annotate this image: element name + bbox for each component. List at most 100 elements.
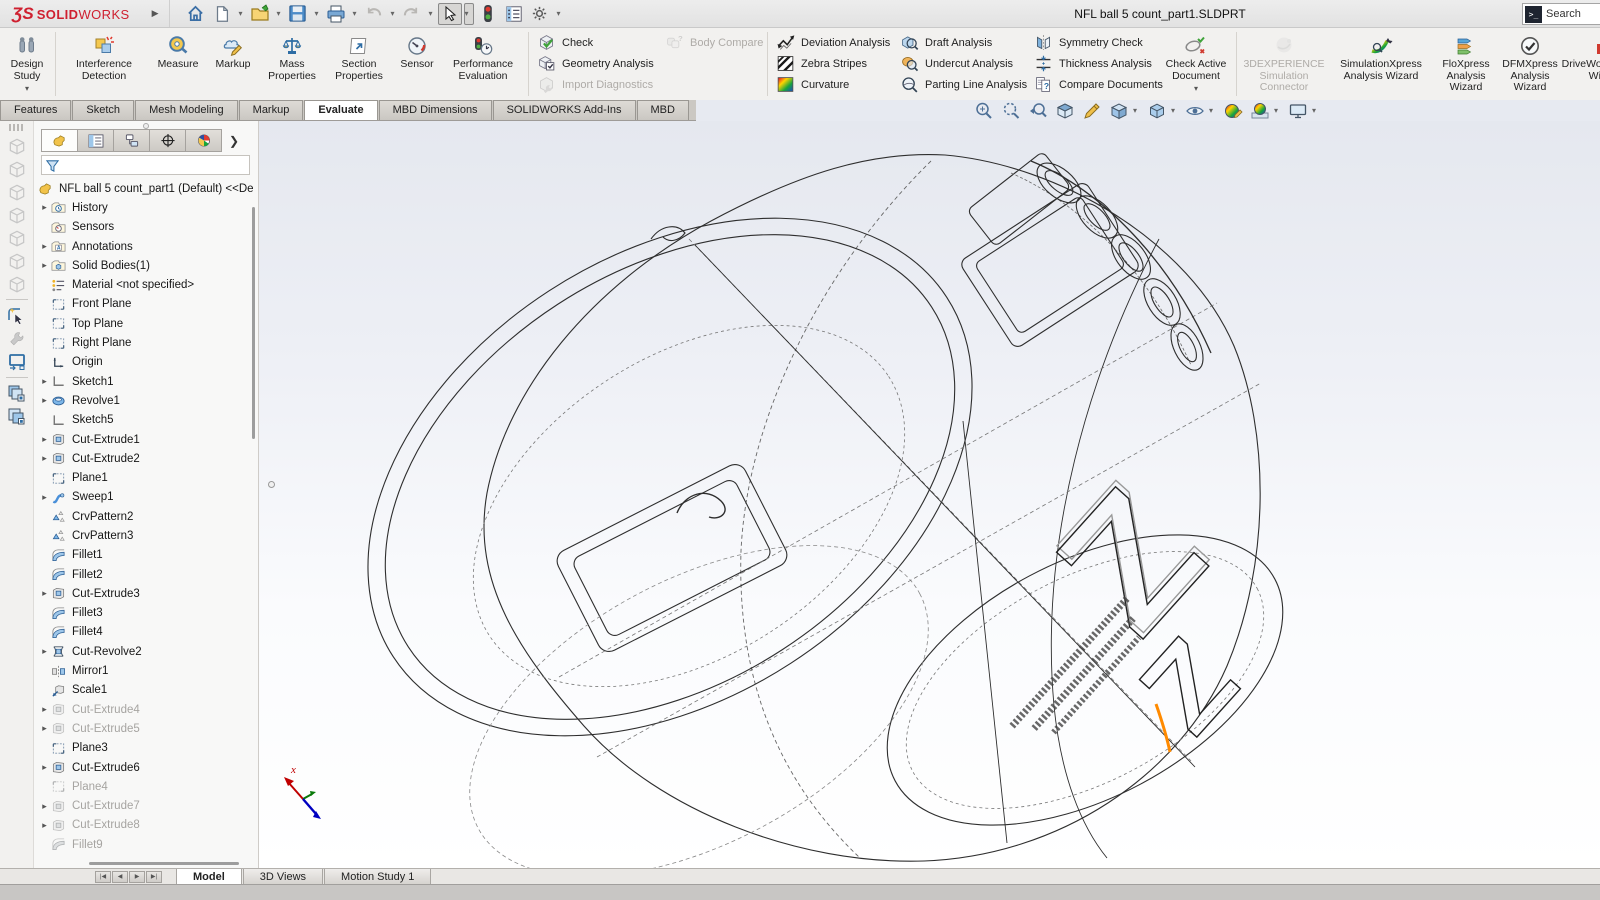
interference-detection-button[interactable]: Interference Detection bbox=[59, 28, 149, 100]
zoom-to-area-icon[interactable] bbox=[1001, 101, 1021, 121]
body-cube-icon[interactable] bbox=[7, 249, 27, 272]
tree-item-right-plane[interactable]: Right Plane bbox=[38, 333, 258, 352]
featuremanager-tree-tab[interactable] bbox=[41, 129, 78, 152]
tree-item-sketch5[interactable]: Sketch5 bbox=[38, 411, 258, 430]
floxpress-analysis-wizard-button[interactable]: FloXpress Analysis Wizard bbox=[1434, 28, 1498, 100]
expand-arrow-icon[interactable]: ▸ bbox=[38, 241, 51, 252]
chevron-down-icon[interactable]: ▾ bbox=[1168, 106, 1178, 115]
design-study-button[interactable]: Design Study ▾ bbox=[2, 28, 52, 100]
print-icon[interactable] bbox=[324, 3, 348, 25]
expand-arrow-icon[interactable]: ▸ bbox=[38, 704, 51, 715]
parting-line-analysis-button[interactable]: Parting Line Analysis bbox=[895, 75, 1029, 94]
display-manager-tab[interactable] bbox=[185, 129, 222, 152]
tree-item-scale1[interactable]: Scale1 bbox=[38, 681, 258, 700]
deviation-analysis-button[interactable]: Deviation Analysis bbox=[771, 33, 895, 52]
tree-item-crvpattern2[interactable]: CrvPattern2 bbox=[38, 507, 258, 526]
property-manager-tab[interactable] bbox=[77, 129, 114, 152]
tree-item-annotations[interactable]: ▸AAnnotations bbox=[38, 237, 258, 256]
tree-item-cut-extrude4[interactable]: ▸Cut-Extrude4 bbox=[38, 700, 258, 719]
select-tool-icon[interactable] bbox=[438, 3, 462, 25]
wrench-icon[interactable] bbox=[8, 327, 26, 350]
next-frame-icon[interactable]: ▶ bbox=[129, 871, 145, 883]
tab-markup[interactable]: Markup bbox=[239, 100, 304, 120]
view-settings-icon[interactable]: ▾ bbox=[1288, 101, 1319, 121]
body-cube-icon[interactable] bbox=[7, 180, 27, 203]
tree-item-sensors[interactable]: Sensors bbox=[38, 218, 258, 237]
tree-item-cut-extrude6[interactable]: ▸Cut-Extrude6 bbox=[38, 758, 258, 777]
tree-item-plane4[interactable]: Plane4 bbox=[38, 777, 258, 796]
expand-arrow-icon[interactable]: ▸ bbox=[38, 588, 51, 599]
symmetry-check-button[interactable]: Symmetry Check bbox=[1029, 33, 1159, 52]
expand-arrow-icon[interactable]: ▸ bbox=[38, 762, 51, 773]
redo-icon[interactable] bbox=[400, 3, 424, 25]
options-list-icon[interactable] bbox=[502, 3, 526, 25]
tree-item-cut-extrude8[interactable]: ▸Cut-Extrude8 bbox=[38, 816, 258, 835]
check-active-document-button[interactable]: Check Active Document ▾ bbox=[1159, 28, 1233, 100]
tab-evaluate[interactable]: Evaluate bbox=[304, 100, 377, 120]
expand-arrow-icon[interactable]: ▸ bbox=[38, 202, 51, 213]
thickness-analysis-button[interactable]: Thickness Analysis bbox=[1029, 54, 1159, 73]
import-diagnostics-button[interactable]: Import Diagnostics bbox=[532, 75, 660, 94]
logo-flyout-icon[interactable]: ▶ bbox=[152, 8, 159, 19]
mass-properties-button[interactable]: Mass Properties bbox=[259, 28, 325, 100]
tab-mbd-dimensions[interactable]: MBD Dimensions bbox=[379, 100, 492, 120]
body-cube-icon[interactable] bbox=[7, 203, 27, 226]
chevron-down-icon[interactable]: ▾ bbox=[1130, 106, 1140, 115]
configuration-manager-tab[interactable] bbox=[113, 129, 150, 152]
tree-item-fillet1[interactable]: Fillet1 bbox=[38, 546, 258, 565]
annotation-view-icon[interactable] bbox=[1082, 101, 1102, 121]
display-pane-icon[interactable] bbox=[7, 350, 27, 373]
tree-item-mirror1[interactable]: Mirror1 bbox=[38, 661, 258, 680]
tab-motion-study-1[interactable]: Motion Study 1 bbox=[324, 869, 431, 884]
panel-collapse-handle[interactable] bbox=[133, 123, 159, 128]
save-icon[interactable] bbox=[286, 3, 310, 25]
tree-item-crvpattern3[interactable]: CrvPattern3 bbox=[38, 526, 258, 545]
dimxpert-manager-tab[interactable] bbox=[149, 129, 186, 152]
tree-item-cut-extrude7[interactable]: ▸Cut-Extrude7 bbox=[38, 797, 258, 816]
tree-item-cut-extrude5[interactable]: ▸Cut-Extrude5 bbox=[38, 719, 258, 738]
section-view-icon[interactable] bbox=[1055, 101, 1075, 121]
driveworksxpress-wizard-button[interactable]: DriveWorksXpress Wizard bbox=[1562, 28, 1600, 100]
display-style-icon[interactable]: ▾ bbox=[1147, 101, 1178, 121]
chevron-down-icon[interactable]: ▾ bbox=[1206, 106, 1216, 115]
tab-sketch[interactable]: Sketch bbox=[72, 100, 134, 120]
compare-documents-button[interactable]: ?Compare Documents bbox=[1029, 75, 1159, 94]
tree-item-plane1[interactable]: Plane1 bbox=[38, 468, 258, 487]
chevron-down-icon[interactable]: ▾ bbox=[350, 9, 360, 18]
tab-mbd[interactable]: MBD bbox=[637, 100, 689, 120]
expand-arrow-icon[interactable]: ▸ bbox=[38, 260, 51, 271]
tree-item-fillet2[interactable]: Fillet2 bbox=[38, 565, 258, 584]
chevron-down-icon[interactable]: ▾ bbox=[312, 9, 322, 18]
edit-appearance-icon[interactable] bbox=[1223, 101, 1243, 121]
first-frame-icon[interactable]: |◀ bbox=[95, 871, 111, 883]
body-cube-icon[interactable] bbox=[7, 226, 27, 249]
expand-arrow-icon[interactable]: ▸ bbox=[38, 820, 51, 831]
tree-filter-input[interactable] bbox=[41, 155, 250, 175]
chevron-down-icon[interactable]: ▾ bbox=[554, 9, 564, 18]
chevron-down-icon[interactable]: ▾ bbox=[1309, 106, 1319, 115]
toolbar-grip[interactable] bbox=[9, 124, 25, 131]
zoom-to-fit-icon[interactable] bbox=[974, 101, 994, 121]
expand-arrow-icon[interactable]: ▸ bbox=[38, 492, 51, 503]
tab-features[interactable]: Features bbox=[0, 100, 71, 120]
apply-scene-icon[interactable]: ▾ bbox=[1250, 101, 1281, 121]
expand-arrow-icon[interactable]: ▸ bbox=[38, 395, 51, 406]
rebuild-traffic-light-icon[interactable] bbox=[476, 3, 500, 25]
check-button[interactable]: Check bbox=[532, 33, 660, 52]
chevron-down-icon[interactable]: ▾ bbox=[1194, 83, 1198, 95]
3dexperience-simulation-connector-button[interactable]: 3DEXPERIENCE Simulation Connector bbox=[1240, 28, 1328, 100]
tree-item-front-plane[interactable]: Front Plane bbox=[38, 295, 258, 314]
tree-item-sweep1[interactable]: ▸Sweep1 bbox=[38, 488, 258, 507]
tree-item-origin[interactable]: Origin bbox=[38, 353, 258, 372]
undercut-analysis-button[interactable]: Undercut Analysis bbox=[895, 54, 1029, 73]
geometry-analysis-button[interactable]: Geometry Analysis bbox=[532, 54, 660, 73]
expand-arrow-icon[interactable]: ▸ bbox=[38, 453, 51, 464]
new-document-icon[interactable] bbox=[210, 3, 234, 25]
tree-item-fillet9[interactable]: Fillet9 bbox=[38, 835, 258, 854]
tree-item-cut-revolve2[interactable]: ▸Cut-Revolve2 bbox=[38, 642, 258, 661]
chevron-down-icon[interactable]: ▾ bbox=[274, 9, 284, 18]
expand-arrow-icon[interactable]: ▸ bbox=[38, 376, 51, 387]
chevron-down-icon[interactable]: ▾ bbox=[426, 9, 436, 18]
previous-view-icon[interactable] bbox=[1028, 101, 1048, 121]
chevron-down-icon[interactable]: ▾ bbox=[25, 83, 29, 95]
